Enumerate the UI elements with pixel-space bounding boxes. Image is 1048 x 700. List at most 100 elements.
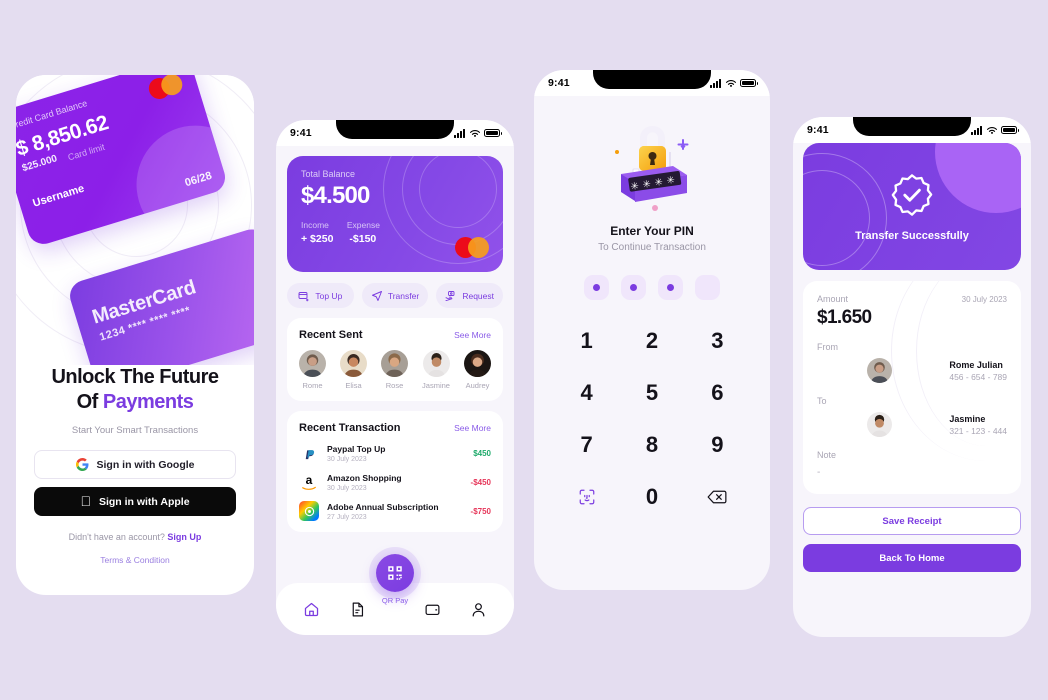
wifi-icon bbox=[469, 129, 480, 137]
lock-illustration: ✳ ✳ ✳ ✳ bbox=[554, 112, 750, 224]
to-label: To bbox=[817, 396, 827, 406]
transaction-info: Paypal Top Up 30 July 2023 bbox=[327, 444, 465, 463]
transaction-date: 30 July 2023 bbox=[327, 455, 367, 463]
top-up-label: Top Up bbox=[315, 290, 343, 301]
avatar-image bbox=[866, 358, 892, 383]
avatar-image bbox=[299, 350, 326, 377]
title-line-1: Unlock The Future bbox=[51, 366, 219, 388]
key-1[interactable]: 1 bbox=[554, 326, 619, 356]
recent-sent-see-more[interactable]: See More bbox=[454, 330, 491, 340]
receipt-date: 30 July 2023 bbox=[961, 295, 1007, 304]
key-face-id[interactable] bbox=[554, 482, 619, 512]
paypal-icon bbox=[299, 443, 319, 463]
top-up-button[interactable]: Top Up bbox=[287, 283, 354, 308]
key-5[interactable]: 5 bbox=[619, 378, 684, 408]
contact-name: Rome bbox=[302, 381, 323, 390]
mastercard-icon bbox=[146, 75, 185, 102]
save-receipt-button[interactable]: Save Receipt bbox=[803, 507, 1021, 535]
key-0[interactable]: 0 bbox=[619, 482, 684, 512]
profile-icon bbox=[472, 602, 485, 616]
contact-item[interactable]: Jasmine bbox=[422, 350, 450, 390]
key-backspace[interactable] bbox=[685, 482, 750, 512]
sign-up-link[interactable]: Sign Up bbox=[167, 532, 201, 542]
avatar bbox=[866, 358, 892, 383]
tab-wallet[interactable] bbox=[424, 601, 441, 618]
pin-dot-filled[interactable] bbox=[584, 275, 609, 300]
svg-text:✳: ✳ bbox=[629, 180, 639, 192]
request-button[interactable]: Request bbox=[436, 283, 504, 308]
qr-pay-button[interactable] bbox=[376, 554, 414, 592]
header-blob bbox=[935, 143, 1021, 213]
expense-label: Expense bbox=[346, 220, 380, 230]
signal-icon bbox=[971, 125, 982, 135]
contact-item[interactable]: Elisa bbox=[340, 350, 368, 390]
avatar bbox=[866, 412, 892, 437]
sign-in-google-button[interactable]: Sign in with Google bbox=[34, 450, 236, 480]
contact-item[interactable]: Audrey bbox=[464, 350, 491, 390]
avatar-image bbox=[422, 350, 450, 377]
back-to-home-button[interactable]: Back To Home bbox=[803, 544, 1021, 572]
key-9[interactable]: 9 bbox=[685, 430, 750, 460]
backspace-icon bbox=[707, 490, 727, 504]
phone-notch bbox=[593, 70, 711, 89]
sign-in-apple-button[interactable]:  Sign in with Apple bbox=[34, 487, 236, 517]
transaction-row[interactable]: Adobe Annual Subscription 27 July 2023 -… bbox=[299, 501, 491, 521]
tab-documents[interactable] bbox=[349, 601, 366, 618]
battery-icon bbox=[484, 129, 502, 137]
avatar bbox=[422, 350, 450, 377]
note-value: - bbox=[817, 467, 821, 478]
transaction-row[interactable]: a Amazon Shopping 30 July 2023 -$450 bbox=[299, 472, 491, 492]
to-number: 321 - 123 - 444 bbox=[949, 425, 1007, 436]
battery-icon bbox=[1001, 126, 1019, 134]
contact-name: Jasmine bbox=[422, 381, 450, 390]
transaction-name: Paypal Top Up bbox=[327, 443, 386, 454]
transaction-amount: -$450 bbox=[470, 477, 491, 487]
home-icon bbox=[304, 602, 318, 616]
transaction-date: 30 July 2023 bbox=[327, 484, 367, 492]
transfer-label: Transfer bbox=[387, 290, 420, 301]
pin-dots bbox=[554, 275, 750, 300]
recent-transaction-see-more[interactable]: See More bbox=[454, 423, 491, 433]
from-details: Rome Julian 456 - 654 - 789 bbox=[949, 360, 1007, 382]
amazon-icon: a bbox=[299, 472, 319, 492]
phone-success-screen: 9:41 Transfer Successfully Amount 30 Jul… bbox=[793, 117, 1031, 637]
transaction-row[interactable]: Paypal Top Up 30 July 2023 $450 bbox=[299, 443, 491, 463]
key-4[interactable]: 4 bbox=[554, 378, 619, 408]
recent-sent-title: Recent Sent bbox=[299, 329, 363, 341]
card-username: Username bbox=[31, 182, 86, 210]
pin-dot-empty[interactable] bbox=[695, 275, 720, 300]
signup-prompt-text: Didn't have an account? bbox=[68, 532, 168, 543]
contact-item[interactable]: Rose bbox=[381, 350, 409, 390]
face-id-icon bbox=[579, 489, 595, 505]
tab-profile[interactable] bbox=[470, 601, 487, 618]
from-label: From bbox=[817, 342, 838, 352]
tab-home[interactable] bbox=[303, 601, 320, 618]
pin-dot-filled[interactable] bbox=[658, 275, 683, 300]
avatar-image bbox=[340, 350, 368, 377]
svg-text:✳: ✳ bbox=[665, 174, 675, 186]
transfer-button[interactable]: Transfer bbox=[361, 283, 429, 308]
sign-in-apple-label: Sign in with Apple bbox=[93, 495, 190, 508]
transaction-name: Amazon Shopping bbox=[327, 472, 402, 483]
from-number: 456 - 654 - 789 bbox=[949, 371, 1007, 382]
qr-pay-fab-wrapper: QR Pay bbox=[376, 554, 414, 605]
contact-item[interactable]: Rome bbox=[299, 350, 326, 390]
wifi-icon bbox=[986, 126, 997, 134]
receipt-amount: $1.650 bbox=[817, 307, 872, 328]
key-2[interactable]: 2 bbox=[619, 326, 684, 356]
success-header: Transfer Successfully bbox=[803, 143, 1021, 270]
key-3[interactable]: 3 bbox=[685, 326, 750, 356]
onboarding-content: Unlock The Future Of Payments Start Your… bbox=[16, 365, 254, 565]
receipt-to-section: To Jasmine 321 - 123 - 444 bbox=[817, 396, 1007, 437]
key-8[interactable]: 8 bbox=[619, 430, 684, 460]
key-6[interactable]: 6 bbox=[685, 378, 750, 408]
note-label: Note bbox=[817, 450, 837, 460]
qr-code-icon bbox=[388, 566, 402, 580]
key-7[interactable]: 7 bbox=[554, 430, 619, 460]
terms-link[interactable]: Terms & Condition bbox=[34, 555, 236, 565]
status-time: 9:41 bbox=[548, 77, 570, 89]
transaction-info: Adobe Annual Subscription 27 July 2023 bbox=[327, 502, 463, 521]
transaction-info: Amazon Shopping 30 July 2023 bbox=[327, 473, 463, 492]
pin-dot-filled[interactable] bbox=[621, 275, 646, 300]
google-icon bbox=[75, 458, 88, 472]
